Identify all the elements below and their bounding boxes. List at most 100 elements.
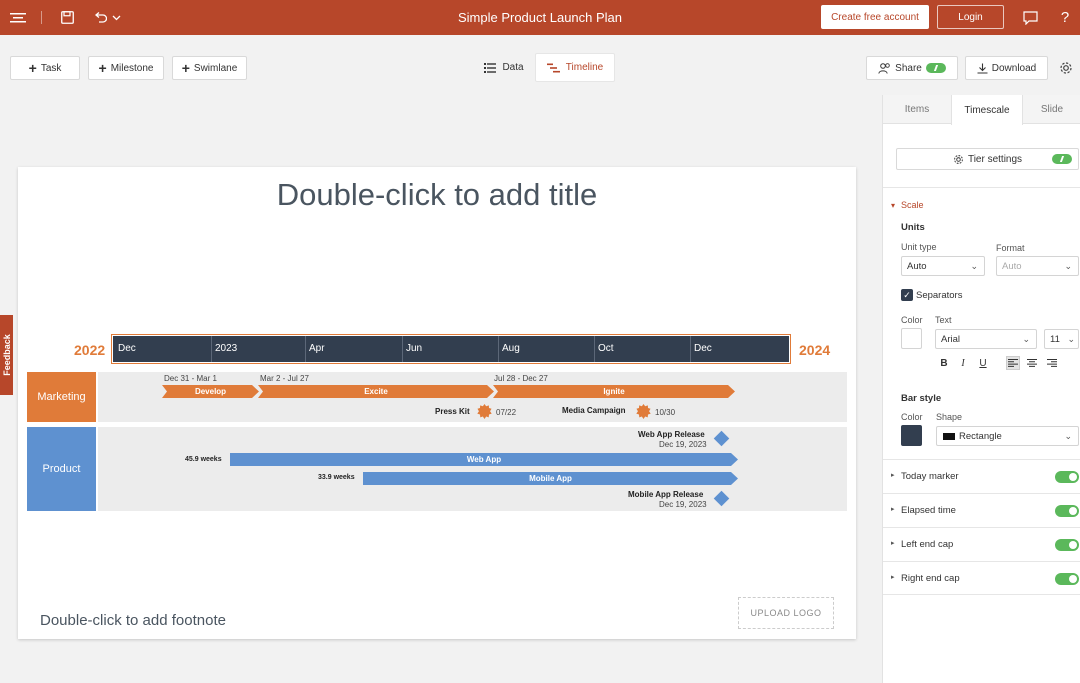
milestone-label: Media Campaign bbox=[562, 406, 626, 415]
list-icon bbox=[484, 62, 497, 73]
tab-slide[interactable]: Slide bbox=[1023, 95, 1080, 124]
format-select[interactable]: Auto ⌄ bbox=[996, 256, 1079, 276]
scale-section-header[interactable]: Scale bbox=[901, 200, 924, 210]
align-center-icon bbox=[1027, 359, 1037, 367]
format-value: Auto bbox=[1002, 260, 1022, 272]
download-button[interactable]: Download bbox=[965, 56, 1048, 80]
scale-tick-label: Dec bbox=[694, 343, 712, 354]
bar-shape-value: Rectangle bbox=[959, 430, 1002, 442]
swimlane-product-header[interactable]: Product bbox=[27, 427, 96, 511]
elapsed-time-label: Elapsed time bbox=[901, 505, 956, 516]
feedback-tab[interactable]: Feedback bbox=[0, 315, 13, 395]
tab-data[interactable]: Data bbox=[478, 53, 530, 82]
plus-icon: + bbox=[181, 60, 190, 76]
scale-tick-label: Oct bbox=[598, 343, 614, 354]
tab-items[interactable]: Items bbox=[883, 95, 951, 124]
left-end-cap-row[interactable]: ▸ Left end cap bbox=[883, 527, 1080, 561]
text-label: Text bbox=[935, 315, 952, 325]
unit-type-select[interactable]: Auto ⌄ bbox=[901, 256, 985, 276]
add-swimlane-button[interactable]: + Swimlane bbox=[172, 56, 247, 80]
share-button[interactable]: Share bbox=[866, 56, 958, 80]
swimlane-marketing-header[interactable]: Marketing bbox=[27, 372, 96, 422]
bar-color-label: Color bbox=[901, 412, 923, 422]
separators-checkbox[interactable]: ✓ bbox=[901, 289, 913, 301]
underline-button[interactable]: U bbox=[976, 356, 990, 370]
upload-logo-button[interactable]: UPLOAD LOGO bbox=[738, 597, 834, 629]
align-center-button[interactable] bbox=[1025, 356, 1039, 370]
task-bar-excite[interactable]: Excite bbox=[258, 385, 494, 398]
tier-settings-label: Tier settings bbox=[967, 153, 1023, 165]
right-end-cap-label: Right end cap bbox=[901, 573, 960, 584]
elapsed-time-toggle[interactable] bbox=[1055, 505, 1079, 517]
task-date-range: Dec 31 - Mar 1 bbox=[164, 374, 217, 383]
tab-data-label: Data bbox=[502, 62, 524, 73]
separators-label: Separators bbox=[916, 290, 963, 301]
bar-color-swatch[interactable] bbox=[901, 425, 922, 446]
bar-shape-select[interactable]: Rectangle ⌄ bbox=[936, 426, 1079, 446]
chevron-right-icon: ▸ bbox=[891, 574, 895, 581]
tab-timeline[interactable]: Timeline bbox=[535, 53, 615, 82]
milestone-date: Dec 19, 2023 bbox=[659, 500, 707, 509]
milestone-date: Dec 19, 2023 bbox=[659, 440, 707, 449]
align-left-button[interactable] bbox=[1006, 356, 1020, 370]
download-label: Download bbox=[991, 62, 1037, 74]
font-size-select[interactable]: 11 ⌄ bbox=[1044, 329, 1079, 349]
tab-timeline-label: Timeline bbox=[565, 62, 604, 73]
help-icon[interactable]: ? bbox=[1056, 0, 1074, 35]
gear-icon[interactable] bbox=[1056, 53, 1076, 82]
elapsed-time-row[interactable]: ▸ Elapsed time bbox=[883, 493, 1080, 527]
font-family-select[interactable]: Arial ⌄ bbox=[935, 329, 1037, 349]
right-end-cap-toggle[interactable] bbox=[1055, 573, 1079, 585]
scale-tick-label: 2023 bbox=[215, 343, 238, 354]
chevron-right-icon: ▸ bbox=[891, 540, 895, 547]
chevron-down-icon[interactable]: ▾ bbox=[891, 201, 895, 210]
comment-icon[interactable] bbox=[1020, 0, 1040, 35]
start-year-label[interactable]: 2022 bbox=[74, 342, 105, 358]
slide-title[interactable]: Double-click to add title bbox=[18, 177, 856, 213]
bold-button[interactable]: B bbox=[937, 356, 951, 370]
chevron-right-icon: ▸ bbox=[891, 506, 895, 513]
shape-label: Shape bbox=[936, 412, 963, 422]
milestone-label: Web App Release bbox=[638, 430, 705, 439]
share-users-icon bbox=[878, 62, 890, 74]
add-task-button[interactable]: + Task bbox=[10, 56, 80, 80]
today-marker-row[interactable]: ▸ Today marker bbox=[883, 459, 1080, 493]
slide-footnote[interactable]: Double-click to add footnote bbox=[40, 612, 226, 629]
task-bar-ignite[interactable]: Ignite bbox=[493, 385, 735, 398]
left-end-cap-toggle[interactable] bbox=[1055, 539, 1079, 551]
align-right-button[interactable] bbox=[1045, 356, 1059, 370]
swimlane-product-row bbox=[98, 427, 847, 511]
chevron-down-icon: ⌄ bbox=[1064, 431, 1072, 441]
font-family-value: Arial bbox=[941, 333, 961, 345]
tier-settings-button[interactable]: Tier settings bbox=[896, 148, 1079, 170]
separator-color-swatch[interactable] bbox=[901, 328, 922, 349]
align-left-icon bbox=[1008, 359, 1018, 367]
tab-timescale[interactable]: Timescale bbox=[951, 95, 1023, 125]
create-account-button[interactable]: Create free account bbox=[821, 5, 929, 29]
login-button[interactable]: Login bbox=[937, 5, 1004, 29]
task-bar-mobile-app[interactable]: Mobile App bbox=[363, 472, 738, 485]
font-size-value: 11 bbox=[1050, 333, 1060, 345]
task-bar-web-app[interactable]: Web App bbox=[230, 453, 738, 466]
italic-button[interactable]: I bbox=[956, 356, 970, 370]
right-end-cap-row[interactable]: ▸ Right end cap bbox=[883, 561, 1080, 595]
bar-style-heading: Bar style bbox=[901, 393, 942, 404]
task-bar-develop[interactable]: Develop bbox=[162, 385, 259, 398]
chevron-down-icon: ⌄ bbox=[1064, 261, 1072, 271]
today-marker-toggle[interactable] bbox=[1055, 471, 1079, 483]
add-milestone-button[interactable]: + Milestone bbox=[88, 56, 164, 80]
share-label: Share bbox=[895, 62, 922, 74]
timescale-bar[interactable]: Dec 2023 Apr Jun Aug Oct Dec bbox=[111, 334, 791, 364]
rectangle-shape-icon bbox=[943, 433, 955, 440]
timeline-slide[interactable]: Double-click to add title 2022 2024 Dec … bbox=[18, 167, 856, 639]
today-marker-label: Today marker bbox=[901, 471, 959, 482]
plus-icon: + bbox=[98, 60, 107, 76]
scale-separator bbox=[594, 336, 595, 362]
format-label: Format bbox=[996, 243, 1025, 253]
milestone-date: 07/22 bbox=[496, 408, 517, 417]
scale-separator bbox=[498, 336, 499, 362]
premium-badge-icon bbox=[1052, 154, 1072, 164]
task-duration: 45.9 weeks bbox=[185, 456, 222, 463]
end-year-label[interactable]: 2024 bbox=[799, 342, 830, 358]
add-swimlane-label: Swimlane bbox=[193, 62, 238, 74]
